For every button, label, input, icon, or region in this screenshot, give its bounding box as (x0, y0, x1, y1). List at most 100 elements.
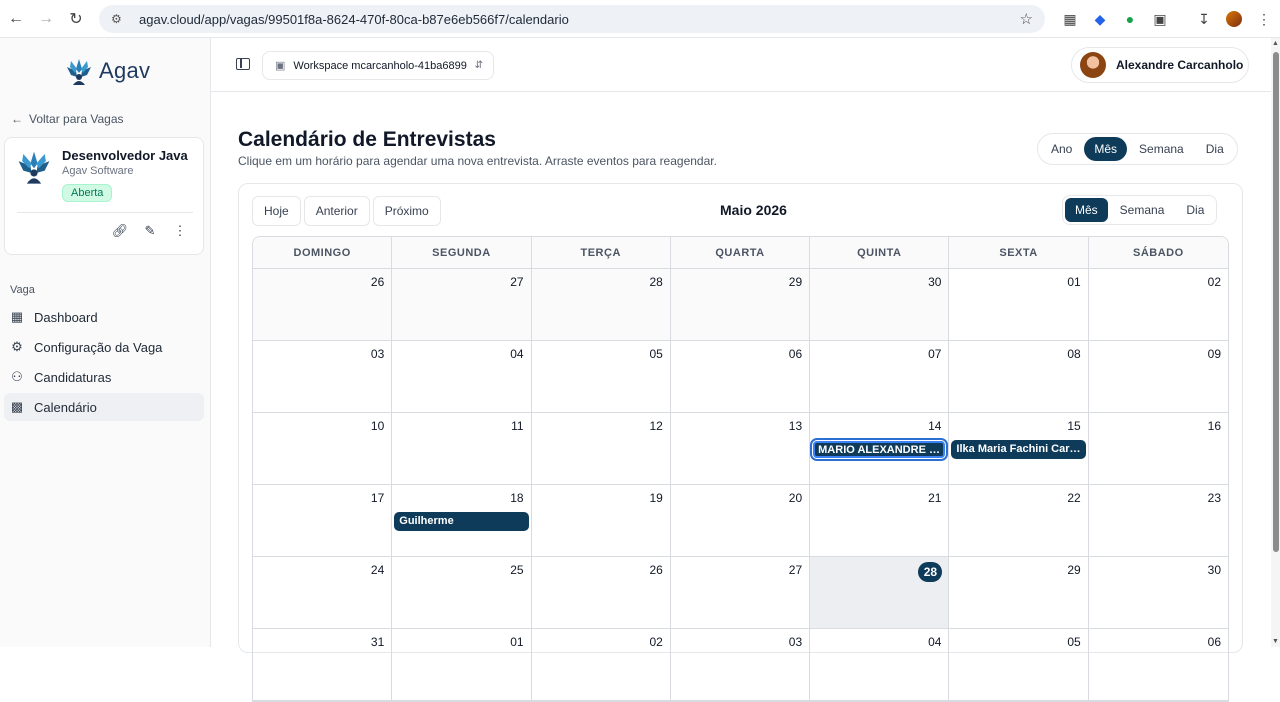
calendar-day-cell[interactable]: 18 Guilherme (392, 485, 532, 556)
calendar-day-cell[interactable]: 21 (810, 485, 950, 556)
calendar-day-cell[interactable]: 31 (253, 629, 393, 700)
calendar-day-cell[interactable]: 26 (532, 557, 671, 628)
calendar-day-cell[interactable]: 15 Ilka Maria Fachini Carca... (949, 413, 1089, 484)
calendar-day-cell[interactable]: 09 (1089, 341, 1228, 412)
forward-icon[interactable]: → (31, 4, 61, 34)
puzzle-icon[interactable]: ▣ (1145, 4, 1175, 34)
scrollbar[interactable]: ▲ ▼ (1271, 38, 1280, 647)
avatar (1080, 52, 1106, 78)
calendar-day-cell[interactable]: 23 (1089, 485, 1228, 556)
view-dia[interactable]: Dia (1196, 137, 1234, 161)
day-number: 29 (1067, 563, 1081, 577)
calendar-day-cell[interactable]: 14 MARIO ALEXANDRE CA... (810, 413, 950, 484)
calendar-event[interactable]: Ilka Maria Fachini Carca... (951, 440, 1086, 459)
back-icon[interactable]: ← (1, 4, 31, 34)
day-number: 20 (788, 491, 803, 505)
sidebar-item-candidaturas[interactable]: ⚇ Candidaturas (4, 363, 204, 391)
scroll-up-icon[interactable]: ▲ (1272, 40, 1279, 47)
calendar-day-cell[interactable]: 24 (253, 557, 393, 628)
calendar-day-cell[interactable]: 04 (392, 341, 532, 412)
calendar-day-cell[interactable]: 27 (392, 269, 532, 340)
previous-button[interactable]: Anterior (303, 196, 370, 226)
site-info-icon[interactable]: ⚙ (111, 12, 129, 26)
calendar-day-cell[interactable]: 13 (671, 413, 811, 484)
next-button[interactable]: Próximo (372, 196, 441, 226)
calendar-day-cell[interactable]: 11 (392, 413, 532, 484)
download-icon[interactable]: ↧ (1189, 4, 1219, 34)
reload-icon[interactable]: ↻ (61, 4, 91, 34)
sidebar-toggle-icon[interactable] (236, 58, 250, 70)
calendar-day-cell[interactable]: 28 (531, 269, 671, 340)
user-menu[interactable]: Alexandre Carcanholo (1071, 47, 1249, 83)
app-logo[interactable]: Agav (63, 55, 150, 87)
calendar-day-cell[interactable]: 02 (1089, 269, 1228, 340)
calendar-event[interactable]: MARIO ALEXANDRE CA... (810, 438, 949, 461)
address-bar[interactable]: ⚙ agav.cloud/app/vagas/99501f8a-8624-470… (99, 5, 1045, 33)
view-semana[interactable]: Semana (1129, 137, 1194, 161)
calendar-day-cell[interactable]: 26 (253, 269, 393, 340)
extension-icon[interactable]: ▦ (1055, 4, 1085, 34)
calendar-day-cell[interactable]: 20 (671, 485, 811, 556)
day-number: 07 (928, 347, 942, 361)
calendar-day-cell[interactable]: 08 (949, 341, 1089, 412)
tag-icon[interactable]: ◆ (1085, 4, 1115, 34)
sidebar-item-dashboard[interactable]: ▦ Dashboard (4, 303, 204, 331)
day-number: 18 (510, 491, 524, 505)
calendar-day-cell[interactable]: 17 (253, 485, 393, 556)
cal-view-dia[interactable]: Dia (1176, 198, 1214, 222)
calendar-day-cell[interactable]: 03 (253, 341, 393, 412)
calendar-day-cell[interactable]: 19 (532, 485, 671, 556)
day-number: 08 (1067, 347, 1081, 361)
calendar-day-cell[interactable]: 16 (1089, 413, 1228, 484)
calendar-day-cell[interactable]: 25 (392, 557, 532, 628)
sidebar-item-calendario[interactable]: ▩ Calendário (4, 393, 204, 421)
profile-icon[interactable] (1219, 4, 1249, 34)
workspace-select[interactable]: ▣ Workspace mcarcanholo-41ba6899 ⇵ (262, 51, 494, 80)
link-icon[interactable]: 🔗︎ (111, 222, 129, 240)
today-button[interactable]: Hoje (252, 196, 301, 226)
cal-view-semana[interactable]: Semana (1110, 198, 1175, 222)
weekday-label: SEGUNDA (392, 237, 532, 268)
calendar-event[interactable]: Guilherme (394, 512, 529, 531)
calendar-day-cell[interactable]: 05 (532, 341, 671, 412)
calendar-day-cell[interactable]: 01 (949, 269, 1089, 340)
page-subtitle: Clique em um horário para agendar uma no… (238, 154, 717, 168)
calendar-day-cell[interactable]: 29 (949, 557, 1089, 628)
calendar-day-cell[interactable]: 01 (392, 629, 532, 700)
back-to-jobs-link[interactable]: ← Voltar para Vagas (11, 112, 124, 126)
calendar-day-cell[interactable]: 05 (949, 629, 1089, 700)
calendar-day-cell[interactable]: 04 (810, 629, 950, 700)
building-icon: ▣ (275, 60, 286, 72)
day-number: 14 (928, 419, 942, 433)
cal-view-mes[interactable]: Mês (1065, 198, 1108, 222)
calendar-day-cell[interactable]: 10 (253, 413, 393, 484)
day-number: 06 (788, 347, 803, 361)
view-mes[interactable]: Mês (1084, 137, 1128, 161)
calendar-day-cell[interactable]: 30 (810, 269, 950, 340)
calendar-day-cell[interactable]: 02 (532, 629, 671, 700)
calendar-day-cell[interactable]: 27 (671, 557, 811, 628)
view-toggle-top: Ano Mês Semana Dia (1037, 133, 1238, 165)
cursor-icon[interactable]: ● (1115, 4, 1145, 34)
calendar-day-cell[interactable]: 29 (670, 269, 811, 340)
menu-icon[interactable]: ⋮ (1249, 4, 1279, 34)
calendar-day-cell[interactable]: 06 (671, 341, 811, 412)
scroll-down-icon[interactable]: ▼ (1272, 638, 1279, 645)
calendar-day-cell[interactable]: 28 (810, 557, 950, 628)
day-number: 05 (649, 347, 663, 361)
calendar-day-cell[interactable]: 03 (671, 629, 811, 700)
more-icon[interactable]: ⋮ (171, 222, 189, 240)
calendar-day-cell[interactable]: 12 (532, 413, 671, 484)
star-icon[interactable]: ☆ (1020, 10, 1033, 28)
calendar-day-cell[interactable]: 22 (949, 485, 1089, 556)
calendar-day-cell[interactable]: 07 (810, 341, 950, 412)
day-number: 15 (1067, 419, 1081, 433)
day-number: 28 (649, 275, 663, 289)
edit-icon[interactable]: ✎ (141, 222, 159, 240)
calendar-day-cell[interactable]: 06 (1089, 629, 1228, 700)
sidebar: Agav ← Voltar para Vagas Desenvolvedor J… (0, 38, 211, 647)
scrollbar-thumb[interactable] (1273, 52, 1279, 552)
calendar-day-cell[interactable]: 30 (1089, 557, 1228, 628)
sidebar-item-configuracao[interactable]: ⚙ Configuração da Vaga (4, 333, 204, 361)
view-ano[interactable]: Ano (1041, 137, 1082, 161)
